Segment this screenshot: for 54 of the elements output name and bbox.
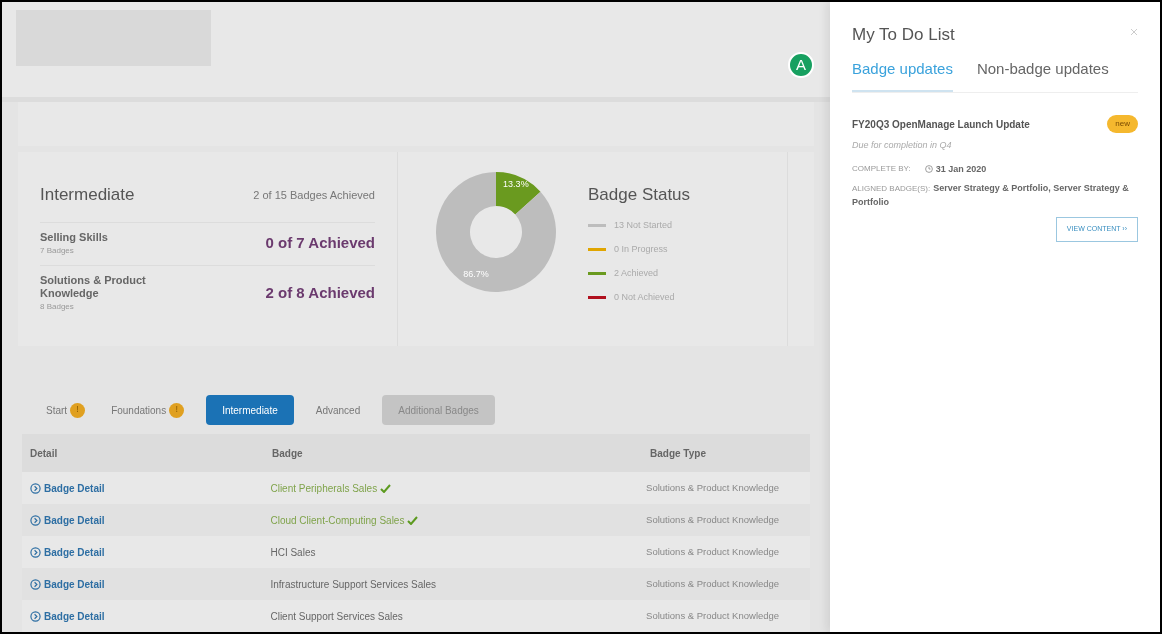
level-tab[interactable]: Foundations ! bbox=[107, 395, 189, 426]
badge-type: Solutions & Product Knowledge bbox=[646, 576, 781, 591]
arrow-circle-icon bbox=[30, 482, 41, 494]
category-name: Solutions & Product Knowledge bbox=[40, 273, 147, 301]
level-title: Intermediate bbox=[40, 184, 135, 207]
alert-badge: ! bbox=[70, 402, 86, 418]
update-subtitle: Due for completion in Q4 bbox=[852, 139, 953, 152]
badge-name: Client Support Services Sales bbox=[270, 609, 403, 624]
badge-type: Solutions & Product Knowledge bbox=[646, 608, 781, 623]
category-count: 8 Badges bbox=[40, 301, 75, 313]
badge-status-title: Badge Status bbox=[588, 184, 691, 207]
panel-tab[interactable]: Non-badge updates bbox=[976, 57, 1109, 92]
category-achieved: 0 of 7 Achieved bbox=[265, 233, 375, 254]
arrow-circle-icon bbox=[30, 610, 41, 622]
column-header: Badge Type bbox=[650, 446, 707, 461]
arrow-circle-icon bbox=[30, 578, 41, 590]
badge-detail-link[interactable]: Badge Detail bbox=[30, 576, 105, 592]
close-icon[interactable] bbox=[1130, 28, 1138, 36]
update-title: FY20Q3 OpenManage Launch Update bbox=[852, 117, 1030, 132]
aligned-badges: ALIGNED BADGE(S): Server Strategy & Portfolio, Server Strategy & Portfolio bbox=[852, 182, 1138, 209]
clock-icon bbox=[924, 165, 933, 174]
complete-by-label: COMPLETE BY: bbox=[852, 163, 911, 176]
level-tab[interactable]: Advanced bbox=[311, 395, 365, 426]
panel-tab[interactable]: Badge updates bbox=[852, 57, 953, 92]
complete-by-date: 31 Jan 2020 bbox=[935, 162, 987, 176]
new-tag: new bbox=[1107, 115, 1138, 133]
badge-name: HCI Sales bbox=[270, 545, 316, 560]
badge-type: Solutions & Product Knowledge bbox=[646, 544, 781, 559]
check-icon bbox=[407, 515, 419, 525]
alert-badge: ! bbox=[169, 402, 185, 418]
badge-type: Solutions & Product Knowledge bbox=[646, 512, 781, 527]
category-name: Selling Skills bbox=[40, 230, 109, 245]
column-header: Detail bbox=[29, 446, 59, 461]
level-tab[interactable]: Intermediate bbox=[206, 395, 294, 426]
check-icon bbox=[380, 483, 392, 493]
arrow-circle-icon bbox=[30, 546, 41, 558]
level-tab[interactable]: Start ! bbox=[42, 395, 90, 426]
legend-label: 13 Not Started bbox=[614, 219, 673, 232]
badge-name: Cloud Client-Computing Sales bbox=[270, 513, 405, 528]
category-count: 7 Badges bbox=[40, 244, 75, 257]
arrow-circle-icon bbox=[30, 514, 41, 526]
slice-label: 13.3% bbox=[503, 179, 529, 190]
panel-title: My To Do List bbox=[852, 24, 955, 46]
badge-detail-link[interactable]: Badge Detail bbox=[30, 544, 105, 560]
badge-detail-link[interactable]: Badge Detail bbox=[30, 512, 105, 528]
category-achieved: 2 of 8 Achieved bbox=[265, 283, 375, 303]
badge-type: Solutions & Product Knowledge bbox=[646, 480, 781, 495]
badge-detail-link[interactable]: Badge Detail bbox=[30, 608, 105, 624]
badge-name: Infrastructure Support Services Sales bbox=[270, 577, 437, 592]
badge-detail-link[interactable]: Badge Detail bbox=[30, 480, 105, 496]
badge-name: Client Peripherals Sales bbox=[270, 481, 378, 496]
column-header: Badge bbox=[272, 446, 304, 461]
achieved-total: 2 of 15 Badges Achieved bbox=[253, 187, 375, 203]
slice-label: 86.7% bbox=[463, 269, 489, 280]
